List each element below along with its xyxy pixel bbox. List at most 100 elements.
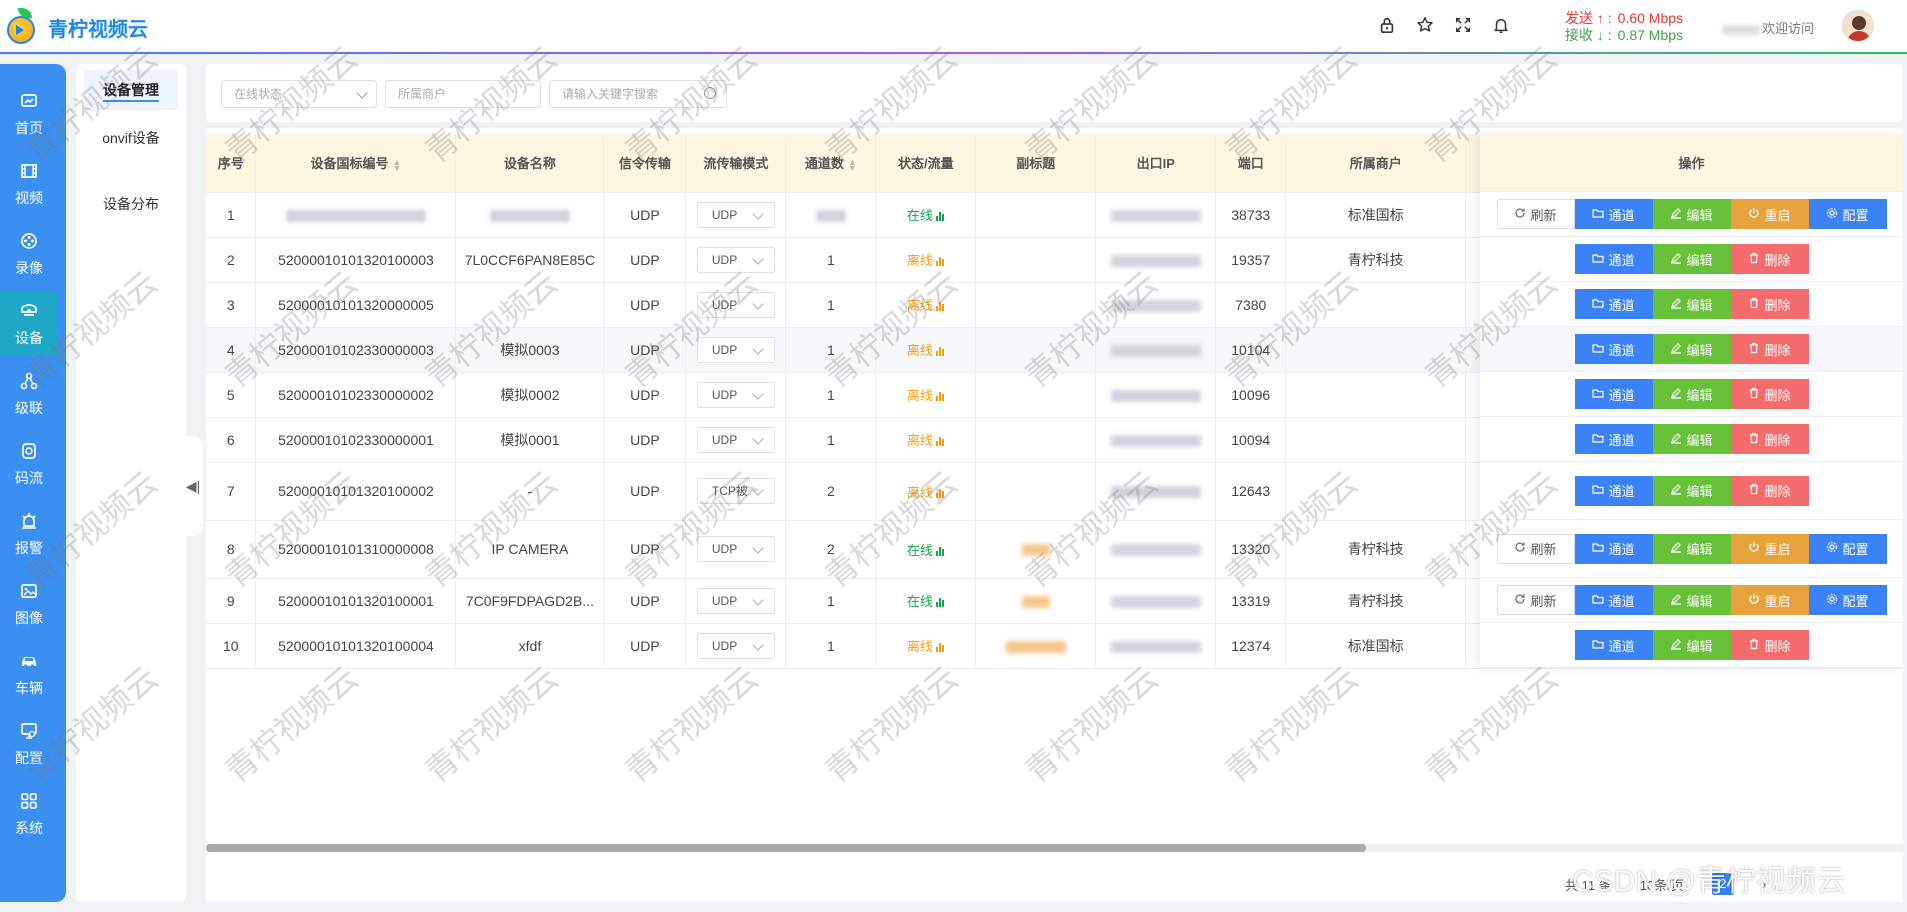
- bell-icon[interactable]: [1492, 15, 1510, 35]
- channel-button[interactable]: 通道: [1574, 334, 1653, 364]
- nav-item-9[interactable]: 配置: [0, 712, 58, 776]
- nav-item-label: 视频: [15, 189, 43, 206]
- edit-button[interactable]: 编辑: [1652, 475, 1731, 506]
- stream-mode-select[interactable]: UDP: [696, 632, 775, 659]
- nav-item-5[interactable]: 码流: [0, 432, 58, 496]
- nav-item-label: 首页: [15, 119, 43, 136]
- config-button[interactable]: 配置: [1808, 585, 1887, 615]
- delete-button[interactable]: 删除: [1730, 475, 1809, 506]
- nav-item-2[interactable]: 录像: [0, 222, 58, 286]
- col-gb-id[interactable]: 设备国标编号 ▲ ▼: [255, 134, 457, 193]
- stream-mode-select[interactable]: UDP: [696, 536, 775, 562]
- avatar[interactable]: [1842, 10, 1874, 42]
- sort-icon[interactable]: ▲ ▼: [848, 157, 857, 172]
- keyword-search-input[interactable]: 请输入关键字搜索: [549, 80, 727, 108]
- fullscreen-icon[interactable]: [1454, 15, 1472, 35]
- merchant: [1285, 372, 1467, 418]
- edit-button[interactable]: 编辑: [1652, 334, 1731, 364]
- star-icon[interactable]: [1416, 15, 1434, 35]
- nav-item-6[interactable]: 报警: [0, 502, 58, 566]
- subnav-device-manage[interactable]: 设备管理: [84, 70, 178, 110]
- sort-icon[interactable]: ▲ ▼: [393, 157, 402, 172]
- next-page-icon[interactable]: ›: [1762, 877, 1766, 892]
- config-button[interactable]: 配置: [1808, 199, 1887, 229]
- lock-icon[interactable]: [1378, 15, 1396, 35]
- stream-mode-select[interactable]: TCP被: [696, 478, 775, 504]
- gb-id: 52000010101320100002: [278, 483, 434, 499]
- total-count: 共 11 条: [1565, 877, 1612, 893]
- config-button[interactable]: 配置: [1808, 533, 1887, 564]
- channel-button[interactable]: 通道: [1574, 585, 1653, 615]
- horizontal-scrollbar[interactable]: [206, 844, 1903, 852]
- subnav-distribution[interactable]: 设备分布: [84, 194, 178, 214]
- edit-button[interactable]: 编辑: [1652, 244, 1731, 274]
- refresh-button[interactable]: 刷新: [1496, 533, 1575, 564]
- status-badge: 离线: [907, 388, 945, 403]
- signal-transport: UDP: [603, 417, 687, 463]
- channel-button[interactable]: 通道: [1574, 424, 1653, 454]
- edit-button[interactable]: 编辑: [1652, 199, 1731, 229]
- subnav-onvif[interactable]: onvif设备: [91, 130, 171, 146]
- channel-button[interactable]: 通道: [1574, 289, 1653, 319]
- status-filter-select[interactable]: 在线状态: [221, 80, 377, 108]
- nav-item-0[interactable]: 首页: [0, 82, 58, 146]
- nav-item-1[interactable]: 视频: [0, 152, 58, 216]
- stream-mode-select[interactable]: UDP: [696, 587, 775, 614]
- delete-button[interactable]: 删除: [1730, 244, 1809, 274]
- merchant-filter-input[interactable]: 所属商户: [385, 80, 541, 108]
- filter-bar: 在线状态 所属商户 请输入关键字搜索: [206, 64, 1903, 122]
- current-page[interactable]: 2: [1711, 873, 1734, 895]
- nav-item-7[interactable]: 图像: [0, 572, 58, 636]
- delete-button[interactable]: 删除: [1730, 630, 1809, 660]
- stream-mode-select[interactable]: UDP: [696, 381, 775, 408]
- port: 38733: [1215, 192, 1287, 238]
- merchant: 青柠科技: [1285, 520, 1467, 579]
- channel-button[interactable]: 通道: [1574, 379, 1653, 409]
- channel-icon: [1592, 387, 1605, 402]
- user-greeting[interactable]: 欢迎访问: [1722, 18, 1814, 37]
- edit-button[interactable]: 编辑: [1652, 379, 1731, 409]
- reel-icon: [19, 231, 39, 254]
- collapse-sidebar-button[interactable]: ◀|: [183, 436, 203, 536]
- nav-item-10[interactable]: 系统: [0, 782, 58, 846]
- delete-button[interactable]: 删除: [1730, 334, 1809, 364]
- refresh-button[interactable]: 刷新: [1496, 585, 1575, 615]
- col-channels[interactable]: 通道数 ▲ ▼: [785, 134, 877, 193]
- gb-id: 52000010101320100001: [278, 592, 434, 609]
- delete-button[interactable]: 删除: [1730, 289, 1809, 319]
- nav-item-8[interactable]: 车辆: [0, 642, 58, 706]
- refresh-button[interactable]: 刷新: [1496, 199, 1575, 229]
- restart-button[interactable]: 重启: [1730, 585, 1809, 615]
- app-logo[interactable]: 青柠视频云: [4, 8, 148, 46]
- restart-button[interactable]: 重启: [1730, 533, 1809, 564]
- channel-count: 2: [826, 483, 835, 499]
- port: 13319: [1215, 578, 1287, 624]
- col-merchant: 所属商户: [1285, 134, 1467, 193]
- stream-mode-select[interactable]: UDP: [696, 426, 775, 453]
- scrollbar-thumb[interactable]: [206, 844, 1366, 852]
- edit-button[interactable]: 编辑: [1652, 289, 1731, 319]
- edit-button[interactable]: 编辑: [1652, 424, 1731, 454]
- page-size-select[interactable]: 10条/页: [1640, 875, 1684, 894]
- restart-button[interactable]: 重启: [1730, 199, 1809, 229]
- nav-item-label: 系统: [15, 819, 43, 836]
- channel-button[interactable]: 通道: [1574, 199, 1653, 229]
- channel-button[interactable]: 通道: [1574, 533, 1653, 564]
- delete-button[interactable]: 删除: [1730, 424, 1809, 454]
- stream-mode-select[interactable]: UDP: [696, 201, 775, 228]
- nav-item-4[interactable]: 级联: [0, 362, 58, 426]
- stream-mode-select[interactable]: UDP: [696, 336, 775, 363]
- nav-item-3[interactable]: 设备: [0, 292, 58, 356]
- device-name: 7C0F9FDPAGD2B...: [465, 592, 594, 609]
- edit-button[interactable]: 编辑: [1652, 630, 1731, 660]
- stream-mode-select[interactable]: UDP: [696, 246, 775, 273]
- stream-mode-select[interactable]: UDP: [696, 291, 775, 318]
- edit-button[interactable]: 编辑: [1652, 533, 1731, 564]
- channel-button[interactable]: 通道: [1574, 475, 1653, 506]
- edit-button[interactable]: 编辑: [1652, 585, 1731, 615]
- traffic-bars-icon: [935, 640, 945, 655]
- channel-button[interactable]: 通道: [1574, 630, 1653, 660]
- delete-button[interactable]: 删除: [1730, 379, 1809, 409]
- channel-button[interactable]: 通道: [1574, 244, 1653, 274]
- cascade-icon: [19, 371, 39, 394]
